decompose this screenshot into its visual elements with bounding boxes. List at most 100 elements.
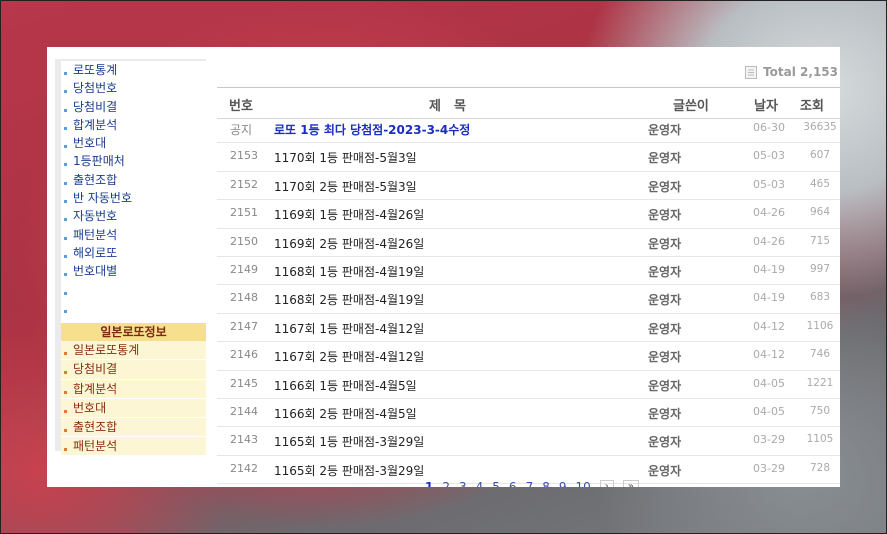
post-author: 운영자 bbox=[648, 123, 682, 137]
pagination: 1 2 3 4 5 6 7 8 9 10 › » bbox=[425, 480, 639, 487]
post-title-link[interactable]: 1169회 1등 판매점-4월26일 bbox=[274, 206, 424, 223]
post-title-link[interactable]: 1167회 2등 판매점-4월12일 bbox=[274, 348, 424, 365]
post-title-link[interactable]: 1167회 1등 판매점-4월12일 bbox=[274, 320, 424, 337]
header-date: 날자 bbox=[754, 99, 778, 114]
post-number: 2144 bbox=[230, 404, 258, 418]
post-title-link[interactable]: 1165회 2등 판매점-3월29일 bbox=[274, 462, 424, 479]
table-row: 2148 1168회 2등 판매점-4월19일 운영자 04-19 683 bbox=[217, 285, 840, 314]
sidebar-item[interactable]: 패턴분석 bbox=[61, 226, 206, 244]
board-panel: 로또통계 당첨번호 당첨비결 합계분석 번호대 1등판매처 출현조합 반 자동번호 자동번호 패턴… bbox=[47, 47, 840, 487]
sidebar-item-label: 패턴분석 bbox=[73, 227, 118, 242]
sidebar-item-label: 1등판매처 bbox=[73, 154, 125, 169]
post-author: 운영자 bbox=[648, 264, 682, 279]
header-num: 번호 bbox=[229, 99, 253, 114]
table-row: 2144 1166회 2등 판매점-4월5일 운영자 04-05 750 bbox=[217, 399, 840, 428]
bullet-icon bbox=[64, 108, 67, 112]
notice-row: 공지 로또 1등 최다 당첨점-2023-3-4수정 운영자 06-30 36635 bbox=[217, 115, 840, 144]
japan-lotto-header: 일본로또정보 bbox=[61, 323, 206, 342]
japan-sidebar-item[interactable]: 패턴분석 bbox=[61, 437, 206, 457]
post-views: 715 bbox=[809, 234, 831, 247]
post-title-link[interactable]: 1169회 2등 판매점-4월26일 bbox=[274, 235, 424, 252]
sidebar-item[interactable]: 번호대별 bbox=[61, 262, 206, 280]
page-link[interactable]: 5 bbox=[492, 480, 500, 487]
post-author: 운영자 bbox=[648, 463, 682, 478]
sidebar-item[interactable]: 합계분석 bbox=[61, 116, 206, 134]
post-title-link[interactable]: 1166회 1등 판매점-4월5일 bbox=[274, 377, 417, 394]
post-views: 1221 bbox=[806, 376, 834, 389]
post-author: 운영자 bbox=[648, 350, 682, 365]
post-title-link[interactable]: 1170회 1등 판매점-5월3일 bbox=[274, 149, 417, 166]
japan-sidebar-item[interactable]: 일본로또통계 bbox=[61, 341, 206, 361]
japan-sidebar-item[interactable]: 출현조합 bbox=[61, 417, 206, 438]
page-link[interactable]: 2 bbox=[442, 480, 450, 487]
post-date: 04-26 bbox=[753, 206, 785, 220]
header-title: 제 목 bbox=[429, 99, 466, 114]
bullet-icon bbox=[64, 390, 67, 394]
sidebar-item-label: 자동번호 bbox=[73, 209, 118, 224]
post-number: 2145 bbox=[230, 376, 258, 390]
page-link[interactable]: 8 bbox=[542, 480, 550, 487]
sidebar-item[interactable]: 1등판매처 bbox=[61, 152, 206, 170]
post-author: 운영자 bbox=[648, 208, 682, 223]
post-number: 2150 bbox=[230, 234, 258, 248]
sidebar-item[interactable]: 반 자동번호 bbox=[61, 189, 206, 207]
sidebar-item[interactable]: 당첨비결 bbox=[61, 98, 206, 116]
bullet-icon bbox=[64, 254, 67, 258]
bullet-icon bbox=[64, 126, 67, 130]
bullet-icon bbox=[64, 145, 67, 149]
table-row: 2152 1170회 2등 판매점-5월3일 운영자 05-03 465 bbox=[217, 172, 840, 201]
page-link[interactable]: 4 bbox=[476, 480, 484, 487]
sidebar-item[interactable]: 번호대 bbox=[61, 134, 206, 152]
post-views: 964 bbox=[809, 206, 831, 219]
post-number: 2146 bbox=[230, 348, 258, 362]
post-views: 746 bbox=[809, 348, 831, 361]
table-row: 2145 1166회 1등 판매점-4월5일 운영자 04-05 1221 bbox=[217, 371, 840, 399]
document-icon bbox=[745, 65, 758, 79]
post-title-link[interactable]: 1168회 1등 판매점-4월19일 bbox=[274, 263, 424, 280]
sidebar-item[interactable]: 해외로또 bbox=[61, 244, 206, 262]
post-author: 운영자 bbox=[648, 236, 682, 251]
post-views: 1106 bbox=[806, 319, 834, 332]
post-title-link[interactable]: 1168회 2등 판매점-4월19일 bbox=[274, 291, 424, 308]
sidebar-item[interactable]: 출현조합 bbox=[61, 171, 206, 189]
post-date: 04-19 bbox=[753, 291, 785, 305]
table-row: 2151 1169회 1등 판매점-4월26일 운영자 04-26 964 bbox=[217, 200, 840, 229]
header-views: 조회 bbox=[800, 99, 824, 114]
post-date: 04-12 bbox=[753, 319, 785, 333]
post-title-link[interactable]: 로또 1등 최다 당첨점-2023-3-4수정 bbox=[274, 121, 470, 138]
next-page-button[interactable]: › bbox=[599, 480, 614, 487]
sidebar-item[interactable] bbox=[61, 281, 206, 299]
total-count: Total 2,153 bbox=[745, 65, 838, 79]
post-author: 운영자 bbox=[648, 179, 682, 194]
last-page-button[interactable]: » bbox=[622, 480, 639, 487]
bullet-icon bbox=[64, 448, 67, 452]
bullet-icon bbox=[64, 218, 67, 222]
total-label: Total 2,153 bbox=[763, 65, 838, 79]
post-views: 683 bbox=[809, 291, 831, 304]
sidebar-list: 로또통계당첨번호 당첨비결 합계분석 번호대 1등판매처출현조합 반 자동번호자동번호패턴… bbox=[61, 61, 206, 317]
post-views: 997 bbox=[809, 262, 831, 275]
table-row: 2150 1169회 2등 판매점-4월26일 운영자 04-26 715 bbox=[217, 229, 840, 257]
page-link[interactable]: 6 bbox=[509, 480, 517, 487]
bullet-icon bbox=[64, 200, 67, 204]
post-title-link[interactable]: 1165회 1등 판매점-3월29일 bbox=[274, 433, 424, 450]
page-link[interactable]: 1 bbox=[425, 480, 433, 487]
post-title-link[interactable]: 1170회 2등 판매점-5월3일 bbox=[274, 178, 417, 195]
japan-sidebar-item[interactable]: 번호대 bbox=[61, 398, 206, 418]
sidebar-item[interactable]: 로또통계 bbox=[61, 61, 206, 79]
japan-sidebar-item[interactable]: 합계분석 bbox=[61, 379, 206, 399]
post-title-link[interactable]: 1166회 2등 판매점-4월5일 bbox=[274, 405, 417, 422]
post-date: 04-26 bbox=[753, 234, 785, 248]
japan-sidebar-item-label: 출현조합 bbox=[73, 419, 118, 434]
post-number: 2153 bbox=[230, 149, 258, 163]
page-link[interactable]: 9 bbox=[559, 480, 567, 487]
page-link[interactable]: 7 bbox=[526, 480, 534, 487]
japan-sidebar-item[interactable]: 당첨비결 bbox=[61, 360, 206, 380]
sidebar-item[interactable]: 자동번호 bbox=[61, 207, 206, 225]
sidebar-item[interactable] bbox=[61, 299, 206, 317]
page-link[interactable]: 10 bbox=[575, 480, 590, 487]
page-link[interactable]: 3 bbox=[459, 480, 467, 487]
table-row: 2149 1168회 1등 판매점-4월19일 운영자 04-19 997 bbox=[217, 257, 840, 286]
sidebar-item-label: 로또통계 bbox=[73, 63, 118, 77]
sidebar-item[interactable]: 당첨번호 bbox=[61, 79, 206, 97]
